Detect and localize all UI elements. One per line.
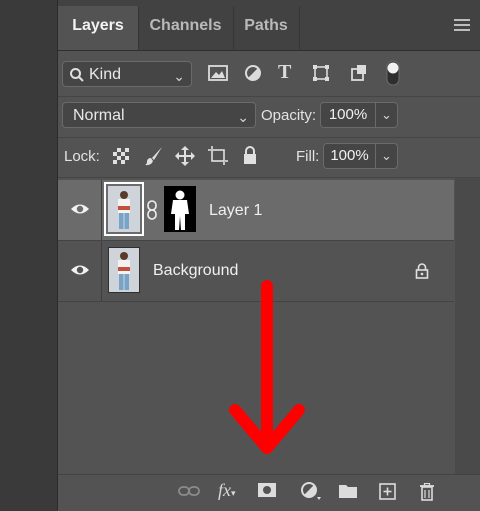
new-fill-adjustment-icon[interactable]: [300, 481, 322, 501]
left-gutter: [0, 0, 58, 510]
link-layers-icon[interactable]: [178, 483, 200, 499]
layers-footer-toolbar: fx▾: [58, 474, 480, 511]
delete-layer-icon[interactable]: [419, 483, 435, 501]
new-layer-icon[interactable]: [379, 483, 396, 500]
new-group-icon[interactable]: [338, 483, 358, 499]
layers-panel: Layers Channels Paths Kind ⌄ T Normal ⌄ …: [58, 0, 480, 511]
red-arrow-annotation: [229, 280, 305, 454]
fx-icon[interactable]: fx▾: [218, 480, 236, 501]
add-mask-icon[interactable]: [258, 483, 276, 497]
